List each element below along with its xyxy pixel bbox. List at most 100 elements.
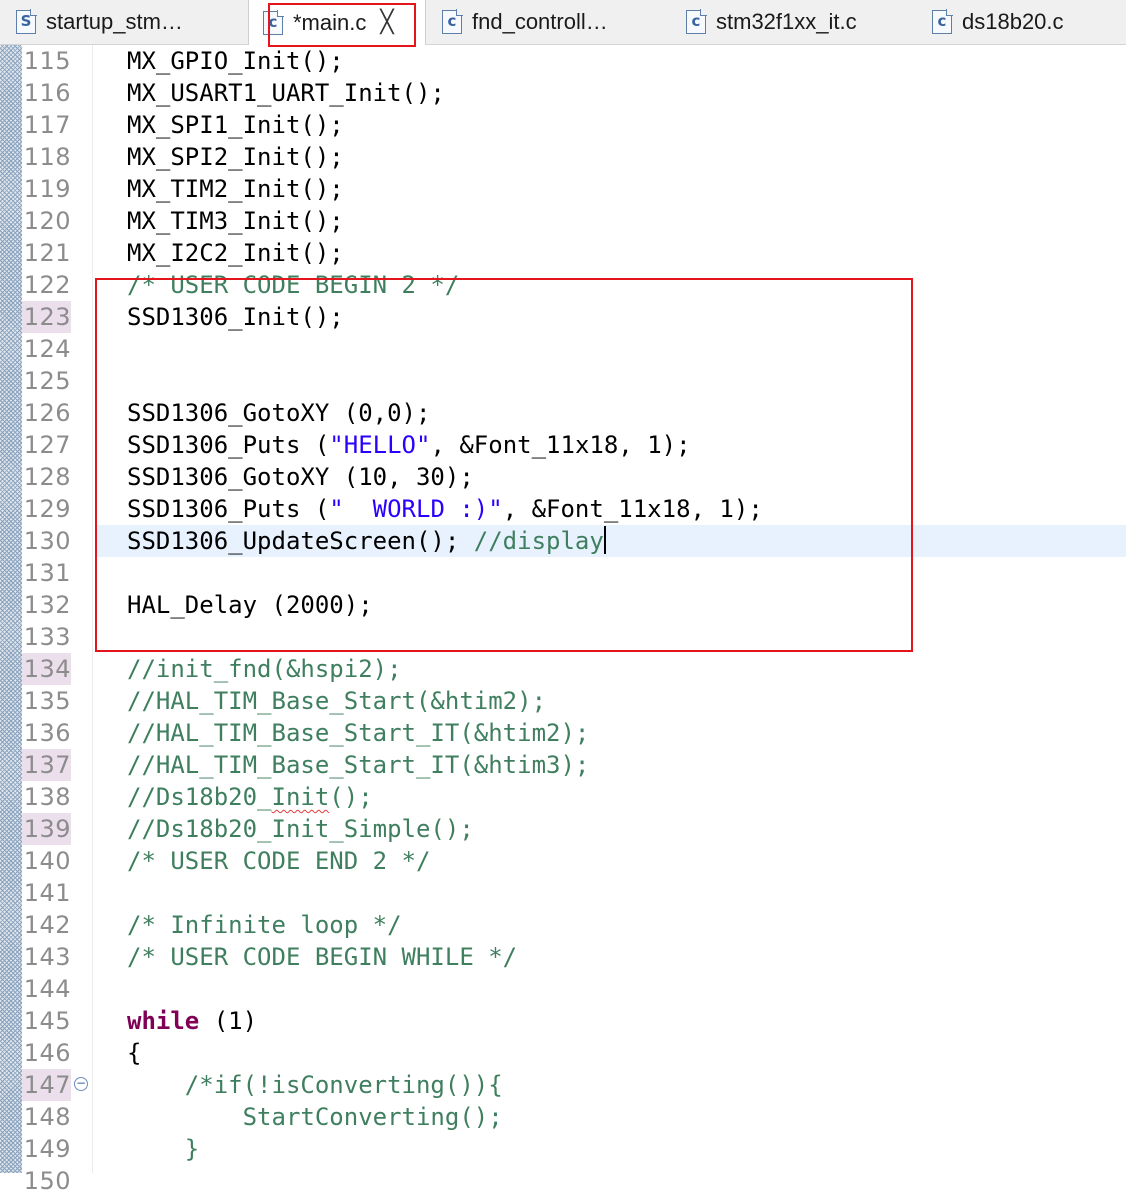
code-line[interactable]: 131 [0, 557, 1126, 589]
code-editor[interactable]: 115 MX_GPIO_Init(); 116 MX_USART1_UART_Init… [0, 45, 1126, 1195]
code-line[interactable]: 119 MX_TIM2_Init(); [0, 173, 1126, 205]
code-text: MX_TIM2_Init(); [96, 173, 1126, 205]
code-line[interactable]: 142 /* Infinite loop */ [0, 909, 1126, 941]
comment-token: /* USER CODE END 2 */ [127, 847, 431, 875]
code-line[interactable]: 115 MX_GPIO_Init(); [0, 45, 1126, 77]
code-line[interactable]: 130 SSD1306_UpdateScreen(); //display [0, 525, 1126, 557]
comment-token: } [127, 1135, 200, 1163]
code-line[interactable]: 127 SSD1306_Puts ("HELLO", &Font_11x18, 1… [0, 429, 1126, 461]
comment-token: Init [271, 783, 330, 811]
code-text: //Ds18b20_Init_Simple(); [96, 813, 1126, 845]
comment-token: /* Infinite loop */ [127, 911, 402, 939]
code-line[interactable]: 139 //Ds18b20_Init_Simple(); [0, 813, 1126, 845]
code-token: SSD1306_GotoXY (10, 30); [127, 463, 474, 491]
code-line[interactable]: 150 [0, 1165, 1126, 1197]
code-line[interactable]: 143 /* USER CODE BEGIN WHILE */ [0, 941, 1126, 973]
code-text: } [96, 1133, 1126, 1165]
code-line[interactable]: 124 [0, 333, 1126, 365]
code-line[interactable]: 117 MX_SPI1_Init(); [0, 109, 1126, 141]
editor-tab-bar: Sstartup_stm… c *main.c ╳ c fnd_controll… c stm… [0, 0, 1126, 45]
code-line[interactable]: 125 [0, 365, 1126, 397]
code-token: , &Font_11x18, 1); [502, 495, 763, 523]
code-text: //HAL_TIM_Base_Start(&htim2); [96, 685, 1126, 717]
code-text: MX_SPI2_Init(); [96, 141, 1126, 173]
code-line[interactable]: 132 HAL_Delay (2000); [0, 589, 1126, 621]
code-line[interactable]: 147− /*if(!isConverting()){ [0, 1069, 1126, 1101]
code-text: HAL_Delay (2000); [96, 589, 1126, 621]
line-number: 148 [23, 1103, 71, 1131]
line-number: 131 [23, 559, 71, 587]
tab-stm32f1xx-it-c[interactable]: c stm32f1xx_it.c [670, 0, 916, 44]
code-line[interactable]: 148 StartConverting(); [0, 1101, 1126, 1133]
code-line[interactable]: 144 [0, 973, 1126, 1005]
code-line[interactable]: 122 /* USER CODE BEGIN 2 */ [0, 269, 1126, 301]
code-line[interactable]: 134 //init_fnd(&hspi2); [0, 653, 1126, 685]
string-token: " WORLD :)" [329, 495, 503, 523]
code-line[interactable]: 138 //Ds18b20_Init(); [0, 781, 1126, 813]
line-number: 134 [22, 653, 71, 685]
code-text: SSD1306_Init(); [96, 301, 1126, 333]
fold-collapse-icon[interactable]: − [74, 1077, 88, 1091]
comment-token: StartConverting(); [127, 1103, 503, 1131]
code-line[interactable]: 128 SSD1306_GotoXY (10, 30); [0, 461, 1126, 493]
code-line[interactable]: 149 } [0, 1133, 1126, 1165]
comment-token: /* USER CODE BEGIN 2 */ [127, 271, 460, 299]
line-number: 135 [23, 687, 71, 715]
line-number: 126 [23, 399, 71, 427]
tab-startup-stm[interactable]: Sstartup_stm… [0, 0, 248, 44]
code-token: SSD1306_UpdateScreen(); [127, 527, 474, 555]
code-text: StartConverting(); [96, 1101, 1126, 1133]
line-number: 133 [23, 623, 71, 651]
code-line[interactable]: 141 [0, 877, 1126, 909]
line-number: 119 [23, 175, 71, 203]
code-line[interactable]: 129 SSD1306_Puts (" WORLD :)", &Font_11x1… [0, 493, 1126, 525]
tab-fnd-controll[interactable]: c fnd_controll… [426, 0, 670, 44]
code-line[interactable]: 146 { [0, 1037, 1126, 1069]
close-tab-icon[interactable]: ╳ [380, 10, 393, 35]
code-line[interactable]: 133 [0, 621, 1126, 653]
tab-ds18b20-c[interactable]: c ds18b20.c [916, 0, 1126, 44]
tab-main-c[interactable]: c *main.c ╳ [248, 0, 426, 45]
comment-token: //HAL_TIM_Base_Start_IT(&htim3); [127, 751, 590, 779]
comment-token: //HAL_TIM_Base_Start(&htim2); [127, 687, 547, 715]
line-number: 137 [22, 749, 71, 781]
code-line[interactable]: 136 //HAL_TIM_Base_Start_IT(&htim2); [0, 717, 1126, 749]
code-line[interactable]: 126 SSD1306_GotoXY (0,0); [0, 397, 1126, 429]
line-number: 121 [23, 239, 71, 267]
line-number: 129 [23, 495, 71, 523]
comment-token: //HAL_TIM_Base_Start_IT(&htim2); [127, 719, 590, 747]
code-text: while (1) [96, 1005, 1126, 1037]
line-number: 150 [23, 1167, 71, 1195]
c-file-icon: c [263, 9, 284, 35]
comment-token: //init_fnd(&hspi2); [127, 655, 402, 683]
code-text: MX_SPI1_Init(); [96, 109, 1126, 141]
code-line[interactable]: 118 MX_SPI2_Init(); [0, 141, 1126, 173]
code-line[interactable]: 116 MX_USART1_UART_Init(); [0, 77, 1126, 109]
code-token: SSD1306_Puts ( [127, 495, 330, 523]
code-line[interactable]: 121 MX_I2C2_Init(); [0, 237, 1126, 269]
code-line[interactable]: 123 SSD1306_Init(); [0, 301, 1126, 333]
code-line[interactable]: 137 //HAL_TIM_Base_Start_IT(&htim3); [0, 749, 1126, 781]
line-number: 124 [23, 335, 71, 363]
line-number: 147 [22, 1069, 71, 1101]
line-number: 146 [23, 1039, 71, 1067]
code-line[interactable]: 140 /* USER CODE END 2 */ [0, 845, 1126, 877]
text-caret [603, 526, 606, 554]
code-line[interactable]: 135 //HAL_TIM_Base_Start(&htim2); [0, 685, 1126, 717]
code-token: MX_I2C2_Init(); [127, 239, 344, 267]
code-line[interactable]: 120 MX_TIM3_Init(); [0, 205, 1126, 237]
code-token: SSD1306_GotoXY (0,0); [127, 399, 431, 427]
code-token: (1) [199, 1007, 258, 1035]
code-token: MX_USART1_UART_Init(); [127, 79, 445, 107]
code-token: SSD1306_Init(); [127, 303, 344, 331]
code-text: SSD1306_Puts (" WORLD :)", &Font_11x18, … [96, 493, 1126, 525]
code-line[interactable]: 145 while (1) [0, 1005, 1126, 1037]
code-token: MX_SPI1_Init(); [127, 111, 344, 139]
code-text: SSD1306_UpdateScreen(); //display [96, 525, 1126, 557]
line-number: 141 [23, 879, 71, 907]
line-number: 136 [23, 719, 71, 747]
